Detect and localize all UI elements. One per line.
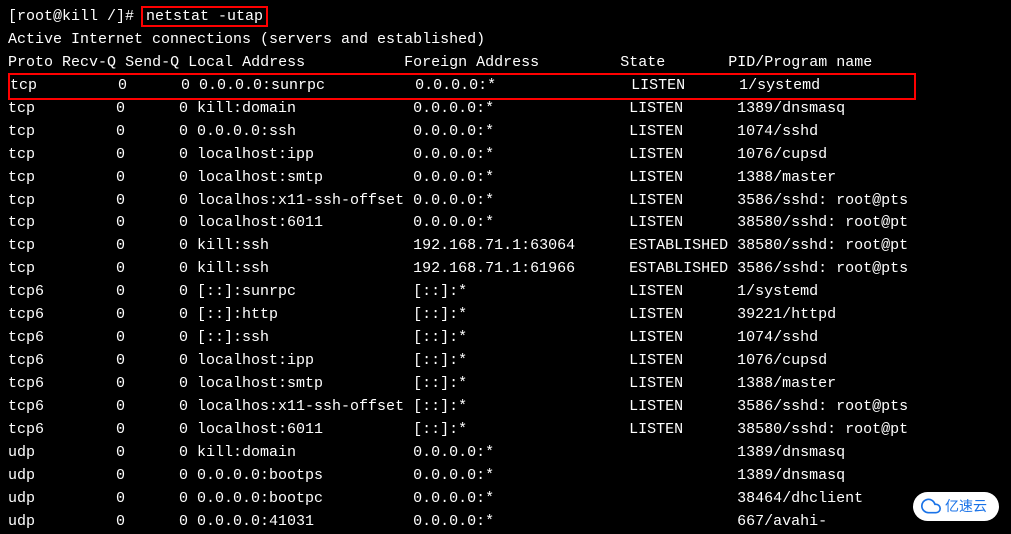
- col-pid: PID/Program name: [728, 54, 872, 71]
- table-row: tcp 0 0 kill:ssh 192.168.71.1:63064 ESTA…: [8, 235, 1003, 258]
- shell-prompt-line: [root@kill /]# netstat -utap: [8, 6, 1003, 29]
- watermark-badge: 亿速云: [913, 492, 999, 521]
- col-sendq: Send-Q: [125, 54, 179, 71]
- cloud-icon: [921, 496, 941, 516]
- table-row: tcp 0 0 kill:domain 0.0.0.0:* LISTEN 138…: [8, 98, 1003, 121]
- shell-prompt: [root@kill /]#: [8, 8, 143, 25]
- table-row: tcp6 0 0 [::]:http [::]:* LISTEN 39221/h…: [8, 304, 1003, 327]
- table-row: tcp 0 0 kill:ssh 192.168.71.1:61966 ESTA…: [8, 258, 1003, 281]
- watermark-text: 亿速云: [945, 496, 987, 517]
- table-row: tcp6 0 0 [::]:ssh [::]:* LISTEN 1074/ssh…: [8, 327, 1003, 350]
- table-row: tcp 0 0 localhos:x11-ssh-offset 0.0.0.0:…: [8, 190, 1003, 213]
- table-row: tcp6 0 0 [::]:sunrpc [::]:* LISTEN 1/sys…: [8, 281, 1003, 304]
- table-row: tcp 0 0 0.0.0.0:ssh 0.0.0.0:* LISTEN 107…: [8, 121, 1003, 144]
- col-foreign: Foreign Address: [404, 54, 539, 71]
- netstat-rows: tcp 0 0 0.0.0.0:sunrpc 0.0.0.0:* LISTEN …: [8, 73, 1003, 534]
- table-row: tcp6 0 0 localhost:ipp [::]:* LISTEN 107…: [8, 350, 1003, 373]
- table-row: tcp 0 0 localhost:ipp 0.0.0.0:* LISTEN 1…: [8, 144, 1003, 167]
- col-proto: Proto: [8, 54, 53, 71]
- table-row: udp 0 0 kill:domain 0.0.0.0:* 1389/dnsma…: [8, 442, 1003, 465]
- command-text: netstat -utap: [146, 8, 263, 25]
- col-local: Local Address: [188, 54, 305, 71]
- table-row: tcp6 0 0 localhos:x11-ssh-offset [::]:* …: [8, 396, 1003, 419]
- col-state: State: [620, 54, 665, 71]
- col-recvq: Recv-Q: [62, 54, 116, 71]
- table-row: tcp6 0 0 localhost:smtp [::]:* LISTEN 13…: [8, 373, 1003, 396]
- table-row: udp 0 0 0.0.0.0:bootpc 0.0.0.0:* 38464/d…: [8, 488, 1003, 511]
- table-row: udp 0 0 0.0.0.0:bootps 0.0.0.0:* 1389/dn…: [8, 465, 1003, 488]
- table-row: tcp 0 0 0.0.0.0:sunrpc 0.0.0.0:* LISTEN …: [8, 73, 916, 100]
- column-headers: Proto Recv-Q Send-Q Local Address Foreig…: [8, 52, 1003, 75]
- command-highlight-box: netstat -utap: [141, 6, 268, 27]
- table-row: tcp 0 0 localhost:smtp 0.0.0.0:* LISTEN …: [8, 167, 1003, 190]
- table-row: tcp 0 0 localhost:6011 0.0.0.0:* LISTEN …: [8, 212, 1003, 235]
- output-header: Active Internet connections (servers and…: [8, 29, 1003, 52]
- table-row: udp 0 0 0.0.0.0:41031 0.0.0.0:* 667/avah…: [8, 511, 1003, 534]
- table-row: tcp6 0 0 localhost:6011 [::]:* LISTEN 38…: [8, 419, 1003, 442]
